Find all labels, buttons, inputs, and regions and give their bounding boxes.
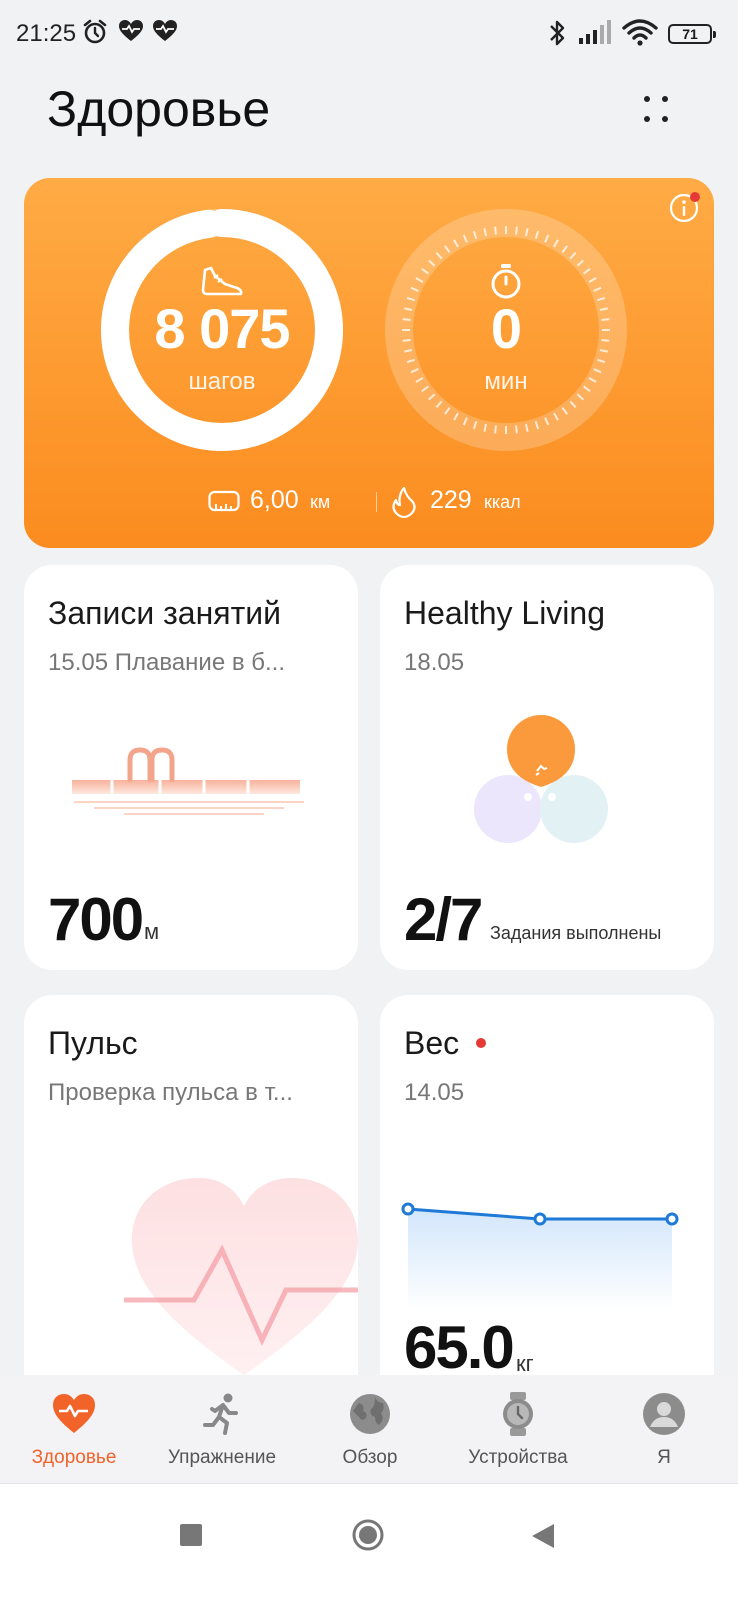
minutes-value: 0 [490, 297, 522, 360]
nav-item-health[interactable]: Здоровье [0, 1375, 148, 1483]
weight-tile[interactable]: Вес 14.05 65.0 кг [380, 995, 714, 1375]
workouts-value: 700 [48, 886, 144, 953]
healthy-living-subtitle: 18.05 [404, 649, 465, 676]
calories-unit: ккал [484, 492, 521, 512]
nav-label-health: Здоровье [31, 1447, 117, 1468]
calories-value: 229 [430, 486, 472, 514]
heart-icon [53, 1394, 95, 1433]
summary-divider [376, 492, 377, 512]
steps-unit: шагов [188, 368, 256, 395]
pulse-tile[interactable]: Пульс Проверка пульса в т... [24, 995, 358, 1375]
recents-button[interactable] [178, 1522, 204, 1548]
weight-unit: кг [516, 1351, 534, 1375]
healthy-living-tile[interactable]: Healthy Living 18.05 2/7 Задания выполне… [380, 565, 714, 970]
signal-icon [579, 20, 611, 44]
bluetooth-icon [550, 20, 565, 46]
minutes-unit: мин [484, 368, 528, 395]
pulse-subtitle: Проверка пульса в т... [48, 1079, 293, 1106]
healthy-living-unit: Задания выполнены [490, 923, 662, 943]
status-bar: 21:25 71 [0, 0, 738, 70]
nav-label-me: Я [657, 1447, 671, 1468]
ring-tick [515, 425, 518, 434]
weight-value: 65.0 [404, 1314, 515, 1375]
distance-value: 6,00 [250, 486, 299, 514]
heart-pulse-icon [153, 20, 177, 41]
battery-icon: 71 [668, 24, 716, 44]
ruler-icon [208, 490, 240, 512]
workouts-unit: м [144, 919, 160, 944]
nav-label-devices: Устройства [468, 1447, 568, 1468]
healthy-living-petals [474, 715, 608, 843]
alarm-icon [83, 19, 107, 44]
weight-point [401, 1202, 415, 1216]
ring-tick [515, 226, 518, 235]
distance-unit: км [310, 492, 331, 512]
weight-point [533, 1212, 547, 1226]
workouts-title: Записи занятий [48, 595, 281, 631]
nav-item-me[interactable]: Я [590, 1375, 738, 1483]
back-button[interactable] [530, 1522, 556, 1550]
healthy-living-title: Healthy Living [404, 595, 605, 631]
weight-subtitle: 14.05 [404, 1079, 465, 1106]
activity-card[interactable]: 8 075 шагов 0 мин 6,00 км 229 ккал [24, 178, 714, 548]
more-dots-icon[interactable] [640, 92, 676, 128]
heart-illustration [124, 1178, 358, 1375]
ring-tick [494, 226, 497, 235]
swimming-pool-illustration [72, 747, 304, 815]
steps-value: 8 075 [154, 297, 290, 360]
workouts-tile[interactable]: Записи занятий 15.05 Плавание в б... 700… [24, 565, 358, 970]
nav-item-overview[interactable]: Обзор [296, 1375, 444, 1483]
nav-item-exercise[interactable]: Упражнение [148, 1375, 296, 1483]
workouts-subtitle: 15.05 Плавание в б... [48, 649, 285, 676]
healthy-living-value: 2/7 [404, 886, 483, 953]
watch-icon [503, 1392, 533, 1436]
ring-tick [494, 425, 497, 434]
system-navigation-bar [0, 1484, 738, 1599]
weight-title: Вес [404, 1025, 460, 1061]
page-title: Здоровье [47, 81, 271, 137]
weight-new-dot [476, 1038, 486, 1048]
activity-summary: 6,00 км 229 ккал [24, 486, 714, 518]
shoe-icon [201, 266, 243, 296]
nav-label-exercise: Упражнение [167, 1447, 277, 1468]
globe-icon [350, 1394, 390, 1434]
status-time: 21:25 [16, 20, 77, 47]
wifi-icon [622, 19, 658, 46]
heart-pulse-icon [119, 20, 143, 41]
running-icon [203, 1393, 238, 1435]
pulse-title: Пульс [48, 1025, 138, 1061]
weight-chart [401, 1202, 679, 1311]
battery-level: 71 [682, 26, 698, 42]
info-icon[interactable] [668, 192, 700, 224]
home-button[interactable] [351, 1518, 385, 1552]
weight-point [665, 1212, 679, 1226]
profile-icon [643, 1393, 685, 1435]
bottom-nav: Здоровье Упражнение Обзор Устройства Я [0, 1375, 738, 1483]
nav-label-overview: Обзор [342, 1447, 398, 1468]
flame-icon [392, 486, 416, 518]
nav-item-devices[interactable]: Устройства [444, 1375, 592, 1483]
